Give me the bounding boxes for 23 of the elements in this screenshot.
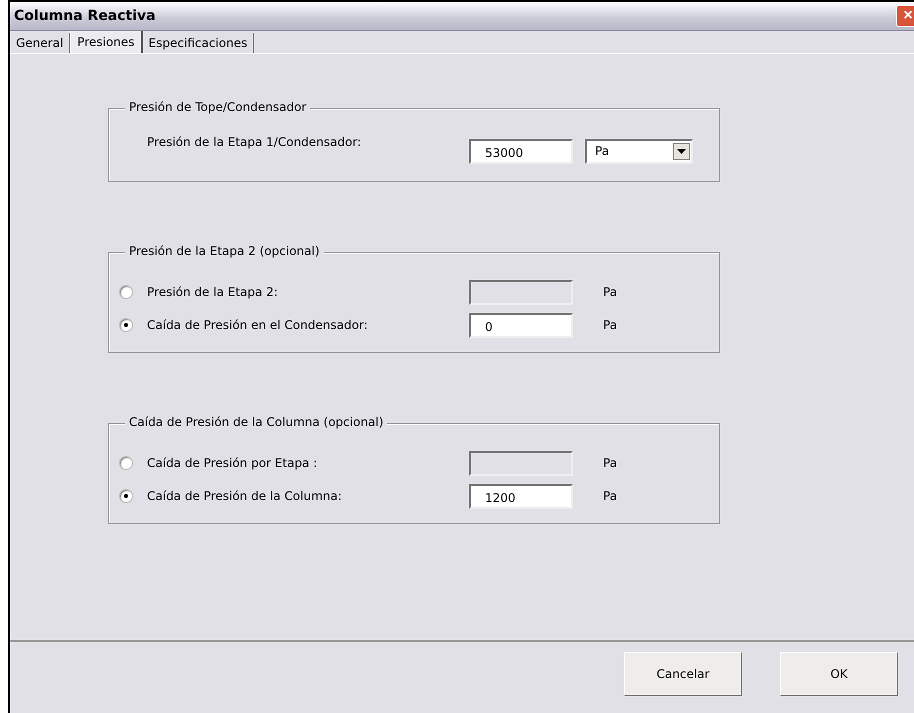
input-field[interactable]: 0: [469, 312, 573, 338]
window-title: Columna Reactiva: [13, 8, 156, 24]
tab[interactable]: Presiones: [70, 31, 143, 53]
dialog-button[interactable]: Cancelar: [624, 652, 742, 696]
group-title: Presión de la Etapa 2 (opcional): [125, 244, 324, 258]
field-label: Caída de Presión por Etapa :: [147, 456, 318, 470]
field-label: Presión de la Etapa 2:: [147, 285, 279, 299]
field-label: Caída de Presión en el Condensador:: [147, 318, 369, 332]
unit-label: Pa: [603, 285, 618, 299]
group-title: Caída de Presión de la Columna (opcional): [125, 415, 388, 429]
dialog-button[interactable]: OK: [780, 652, 898, 696]
radio-button[interactable]: [119, 318, 133, 332]
field-label: Caída de Presión de la Columna:: [147, 489, 343, 503]
unit-label: Pa: [603, 489, 618, 503]
radio-button[interactable]: [119, 489, 133, 503]
input-field[interactable]: 1200: [469, 484, 573, 508]
unit-dropdown[interactable]: Pa: [585, 138, 693, 164]
unit-label: Pa: [603, 456, 618, 470]
group-title: Presión de Tope/Condensador: [125, 100, 310, 114]
unit-label: Pa: [603, 318, 618, 332]
input-field[interactable]: 53000: [469, 138, 573, 164]
field-label: Presión de la Etapa 1/Condensador:: [147, 135, 362, 149]
close-button[interactable]: ×: [896, 5, 914, 27]
